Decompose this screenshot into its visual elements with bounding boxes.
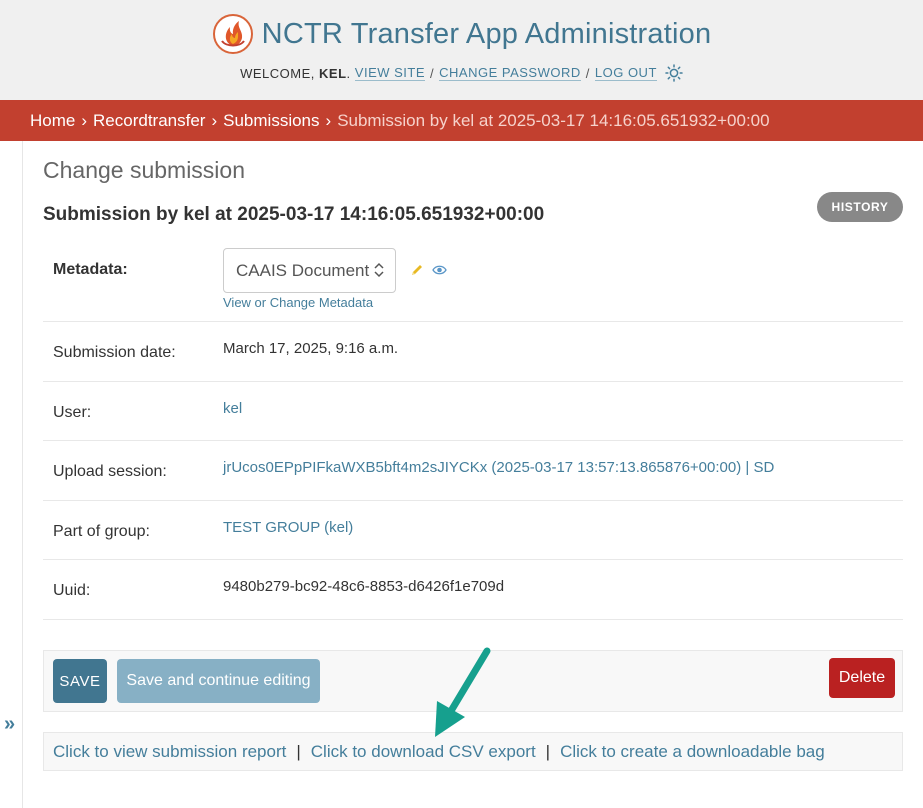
link-separator: | <box>545 741 551 761</box>
site-title[interactable]: NCTR Transfer App Administration <box>262 18 712 51</box>
form-row-uuid: Uuid: 9480b279-bc92-48c6-8853-d6426f1e70… <box>43 560 903 620</box>
breadcrumb-separator: › <box>211 110 218 130</box>
chevron-down-icon <box>374 262 384 278</box>
delete-button[interactable]: Delete <box>829 658 895 698</box>
sidebar-strip: » <box>0 141 23 808</box>
breadcrumb-separator: › <box>325 110 332 130</box>
form-row-part-of-group: Part of group: TEST GROUP (kel) <box>43 501 903 560</box>
user-link[interactable]: kel <box>223 400 242 417</box>
link-separator: | <box>296 741 301 761</box>
welcome-suffix: . <box>346 65 351 81</box>
create-bag-link[interactable]: Click to create a downloadable bag <box>560 742 825 762</box>
save-and-continue-button[interactable]: Save and continue editing <box>117 659 320 703</box>
view-change-metadata-link[interactable]: View or Change Metadata <box>223 295 373 310</box>
submission-date-label: Submission date: <box>53 344 176 361</box>
part-of-group-link[interactable]: TEST GROUP (kel) <box>223 519 353 536</box>
history-button[interactable]: HISTORY <box>817 192 903 222</box>
object-title: Submission by kel at 2025-03-17 14:16:05… <box>43 204 545 225</box>
change-password-link[interactable]: CHANGE PASSWORD <box>439 65 581 81</box>
separator: / <box>585 65 590 81</box>
submission-fieldset: Metadata: CAAIS Document View or Change … <box>43 237 903 620</box>
view-site-link[interactable]: VIEW SITE <box>354 65 426 81</box>
download-csv-export-link[interactable]: Click to download CSV export <box>311 742 536 762</box>
metadata-select[interactable]: CAAIS Document <box>223 248 396 293</box>
eye-icon[interactable] <box>432 264 447 276</box>
form-row-submission-date: Submission date: March 17, 2025, 9:16 a.… <box>43 322 903 382</box>
breadcrumb-home[interactable]: Home <box>30 111 75 131</box>
uuid-label: Uuid: <box>53 582 91 599</box>
upload-session-label: Upload session: <box>53 463 167 480</box>
pencil-icon[interactable] <box>410 263 424 277</box>
header: NCTR Transfer App Administration WELCOME… <box>0 0 923 100</box>
metadata-select-value: CAAIS Document <box>236 260 370 280</box>
upload-session-link[interactable]: jrUcos0EPpPIFkaWXB5bft4m2sJIYCKx (2025-0… <box>223 459 774 476</box>
nav-sidebar-toggle[interactable]: » <box>4 713 15 736</box>
submission-date-value: March 17, 2025, 9:16 a.m. <box>223 340 399 357</box>
form-row-upload-session: Upload session: jrUcos0EPpPIFkaWXB5bft4m… <box>43 441 903 501</box>
branding: NCTR Transfer App Administration <box>0 12 923 56</box>
flame-logo-icon[interactable] <box>212 13 254 55</box>
view-submission-report-link[interactable]: Click to view submission report <box>53 742 286 762</box>
metadata-label: Metadata: <box>53 261 128 278</box>
form-row-metadata: Metadata: CAAIS Document View or Change … <box>43 237 903 322</box>
user-label: User: <box>53 403 92 421</box>
form-row-user: User: kel <box>43 382 903 441</box>
breadcrumb-submissions[interactable]: Submissions <box>223 111 319 131</box>
breadcrumb-separator: › <box>81 110 88 130</box>
part-of-group-label: Part of group: <box>53 522 150 540</box>
user-tools: WELCOME, KEL. VIEW SITE / CHANGE PASSWOR… <box>0 62 923 84</box>
save-button[interactable]: SAVE <box>53 659 107 703</box>
breadcrumb-recordtransfer[interactable]: Recordtransfer <box>93 111 205 131</box>
welcome-prefix: WELCOME, <box>240 65 315 81</box>
page-title: Change submission <box>43 157 246 183</box>
separator: / <box>430 65 435 81</box>
breadcrumb-current: Submission by kel at 2025-03-17 14:16:05… <box>337 110 770 130</box>
annotation-arrow-icon <box>435 647 491 737</box>
log-out-link[interactable]: LOG OUT <box>594 65 657 81</box>
sun-icon[interactable] <box>665 64 683 82</box>
uuid-value: 9480b279-bc92-48c6-8853-d6426f1e709d <box>223 578 505 595</box>
breadcrumb: Home › Recordtransfer › Submissions › Su… <box>0 100 923 141</box>
username: KEL <box>319 65 347 81</box>
